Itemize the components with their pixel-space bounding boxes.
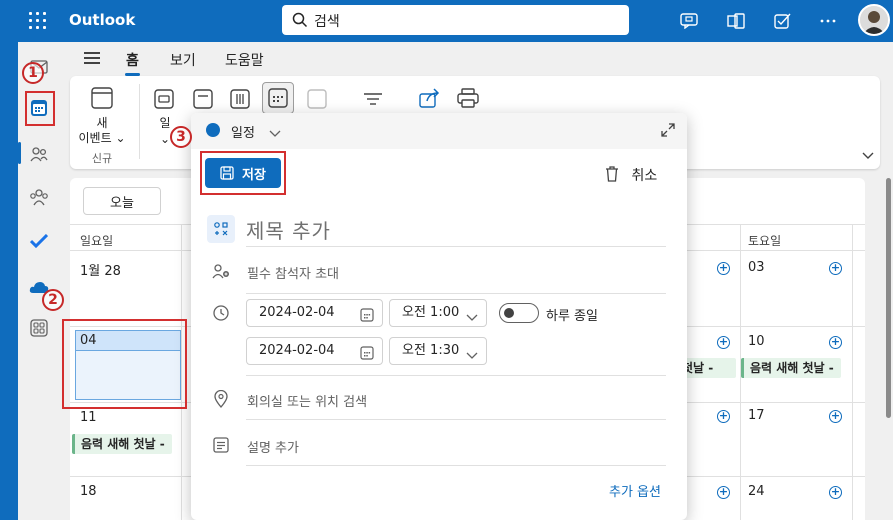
today-button[interactable]: 오늘	[83, 187, 161, 215]
day-view-icon[interactable]	[153, 88, 175, 110]
week-view-icon[interactable]	[229, 88, 251, 110]
end-date-field[interactable]: 2024-02-04	[246, 337, 383, 365]
month-view-icon[interactable]	[262, 82, 294, 114]
annotation-box-day-cell	[62, 319, 187, 409]
groups-icon[interactable]	[28, 186, 50, 208]
annotation-marker-3: 3	[170, 126, 192, 148]
chevron-down-icon	[466, 344, 478, 370]
event-lunar-new-year-partial[interactable]: 첫날 -	[680, 358, 736, 378]
share-icon[interactable]	[418, 86, 442, 110]
new-event-button[interactable]: 새 이벤트 ⌄	[74, 116, 130, 146]
add-attendee-icon	[211, 261, 231, 281]
date-feb17[interactable]: 17	[748, 408, 765, 423]
more-options-icon[interactable]	[818, 11, 838, 31]
left-rail	[0, 42, 18, 520]
cancel-button[interactable]: 취소	[605, 165, 657, 185]
all-day-toggle[interactable]	[499, 303, 539, 323]
tab-help[interactable]: 도움말	[225, 50, 264, 70]
add-event-icon[interactable]: +	[829, 486, 842, 499]
popup-header: 일정	[191, 113, 687, 149]
end-time-field[interactable]: 오전 1:30	[389, 337, 487, 365]
calendar-selector[interactable]: 일정	[231, 122, 281, 141]
ribbon-expand-chevron-icon[interactable]	[860, 148, 876, 164]
tab-view[interactable]: 보기	[170, 50, 196, 70]
add-event-icon[interactable]: +	[829, 410, 842, 423]
calendar-picker-icon	[360, 344, 374, 370]
app-launcher-icon[interactable]	[28, 11, 48, 31]
trash-icon	[606, 166, 618, 182]
date-feb18[interactable]: 18	[80, 484, 97, 499]
header-sunday: 일요일	[80, 234, 114, 248]
print-icon[interactable]	[456, 86, 480, 110]
expand-icon[interactable]	[661, 123, 675, 141]
hamburger-icon[interactable]	[84, 52, 100, 64]
date-feb10[interactable]: 10	[748, 334, 765, 349]
annotation-box-save	[200, 151, 286, 195]
ribbon-separator	[139, 84, 140, 159]
calendar-color-dot	[206, 123, 220, 137]
calendar-picker-icon	[360, 306, 374, 332]
description-icon	[211, 435, 231, 455]
annotation-box-calendar	[25, 91, 55, 126]
event-lunar-new-year[interactable]: 음력 새해 첫날 -	[741, 358, 841, 378]
search-icon	[292, 12, 308, 32]
add-event-icon[interactable]: +	[717, 486, 730, 499]
search-placeholder: 검색	[314, 14, 340, 30]
board-view-icon[interactable]	[306, 88, 328, 110]
chevron-down-icon	[269, 130, 281, 137]
add-event-icon[interactable]: +	[717, 336, 730, 349]
start-date-field[interactable]: 2024-02-04	[246, 299, 383, 327]
group-new-label: 신규	[91, 152, 113, 165]
app-title[interactable]: Outlook	[69, 11, 135, 29]
new-event-icon[interactable]	[90, 86, 114, 110]
date-feb03[interactable]: 03	[748, 260, 765, 275]
clock-icon	[211, 303, 231, 323]
location-input[interactable]: 회의실 또는 위치 검색	[247, 391, 367, 410]
tab-home[interactable]: 홈	[125, 50, 140, 76]
event-type-icon[interactable]	[207, 215, 235, 243]
meet-now-icon[interactable]	[679, 11, 699, 31]
top-bar: Outlook 검색	[0, 0, 893, 42]
annotation-marker-2: 2	[42, 289, 64, 311]
search-box[interactable]: 검색	[282, 5, 629, 35]
location-icon	[211, 389, 231, 409]
description-input[interactable]: 설명 추가	[247, 437, 299, 456]
add-event-icon[interactable]: +	[829, 262, 842, 275]
annotation-marker-1: 1	[22, 62, 44, 84]
date-jan28[interactable]: 1월 28	[80, 260, 121, 279]
selected-indicator	[18, 142, 21, 164]
date-feb24[interactable]: 24	[748, 484, 765, 499]
header-saturday: 토요일	[748, 234, 782, 248]
all-day-label: 하루 종일	[546, 309, 598, 324]
title-input[interactable]: 제목 추가	[246, 215, 666, 244]
todo-icon[interactable]	[773, 11, 793, 31]
work-week-icon[interactable]	[192, 88, 214, 110]
todo-check-icon[interactable]	[28, 230, 50, 252]
add-event-icon[interactable]: +	[829, 336, 842, 349]
scrollbar[interactable]	[886, 178, 891, 418]
start-time-field[interactable]: 오전 1:00	[389, 299, 487, 327]
office-icon[interactable]	[726, 11, 746, 31]
date-feb11[interactable]: 11	[80, 410, 97, 425]
chevron-down-icon	[466, 306, 478, 332]
add-event-icon[interactable]: +	[717, 410, 730, 423]
add-event-icon[interactable]: +	[717, 262, 730, 275]
attendees-input[interactable]: 필수 참석자 초대	[247, 263, 339, 282]
more-options-link[interactable]: 추가 옵션	[609, 481, 661, 500]
event-lunar-new-year[interactable]: 음력 새해 첫날 -	[72, 434, 172, 454]
ribbon-tabs: 홈 보기 도움말	[60, 42, 893, 76]
filter-icon[interactable]	[362, 88, 384, 110]
people-icon[interactable]	[28, 143, 50, 165]
avatar[interactable]	[858, 4, 890, 36]
apps-icon[interactable]	[28, 317, 50, 339]
